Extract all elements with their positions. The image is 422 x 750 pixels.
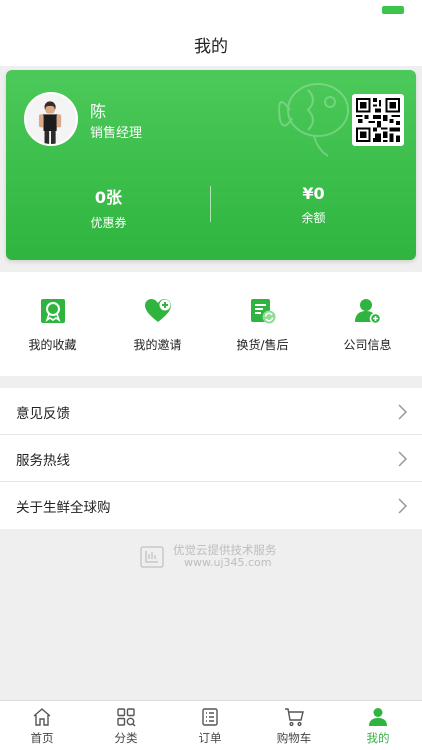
tab-home[interactable]: 首页 <box>0 701 84 750</box>
cart-icon <box>285 708 304 727</box>
provider-logo-icon <box>140 546 164 568</box>
tab-cart[interactable]: 购物车 <box>252 701 336 750</box>
quick-action-label: 我的邀请 <box>133 338 182 352</box>
chevron-right-icon <box>398 451 408 467</box>
menu-item-label: 关于生鲜全球购 <box>16 500 111 516</box>
quick-action-label: 换货/售后 <box>236 338 289 352</box>
user-icon <box>369 708 387 726</box>
menu-item-label: 意见反馈 <box>16 406 70 422</box>
tab-bar: 首页 分类 订单 购物车 我的 <box>0 700 422 750</box>
invite-heart-icon <box>145 299 171 322</box>
order-list-icon <box>202 708 218 726</box>
menu-item-hotline[interactable]: 服务热线 <box>0 435 422 482</box>
chevron-right-icon <box>398 404 408 420</box>
user-name: 陈 <box>90 102 107 121</box>
quick-action-invites[interactable]: 我的邀请 <box>105 272 210 376</box>
balance-value: ¥0 <box>302 184 325 203</box>
favorites-badge-icon <box>41 299 65 323</box>
battery-icon <box>382 6 404 14</box>
quick-action-label: 我的收藏 <box>28 338 77 352</box>
quick-action-label: 公司信息 <box>343 338 392 352</box>
exchange-icon <box>251 299 276 324</box>
coupons-label: 优惠券 <box>90 216 127 230</box>
menu-list: 意见反馈 服务热线 关于生鲜全球购 <box>0 388 422 529</box>
menu-item-about[interactable]: 关于生鲜全球购 <box>0 482 422 529</box>
page-title: 我的 <box>194 37 228 57</box>
nav-bar: 我的 <box>0 20 422 66</box>
tab-label: 订单 <box>198 731 222 745</box>
menu-item-label: 服务热线 <box>16 453 70 469</box>
chevron-right-icon <box>398 498 408 514</box>
category-grid-icon <box>117 708 136 727</box>
quick-actions: 我的收藏 我的邀请 换货/售后 公司信息 <box>0 272 422 376</box>
tab-label: 首页 <box>30 731 54 745</box>
tab-category[interactable]: 分类 <box>84 701 168 750</box>
company-user-icon <box>355 299 381 324</box>
coupons-value: 0张 <box>94 188 123 207</box>
tab-label: 我的 <box>366 731 390 745</box>
quick-action-exchange[interactable]: 换货/售后 <box>210 272 315 376</box>
menu-item-feedback[interactable]: 意见反馈 <box>0 388 422 435</box>
status-bar <box>0 0 422 20</box>
quick-action-company[interactable]: 公司信息 <box>315 272 420 376</box>
tab-label: 购物车 <box>276 731 312 745</box>
coupons-stat[interactable]: 0张 优惠券 <box>6 184 211 231</box>
balance-stat[interactable]: ¥0 余额 <box>211 184 416 226</box>
profile-card: 陈 销售经理 0张 优惠券 ¥0 余额 <box>6 70 416 260</box>
avatar[interactable] <box>24 92 78 146</box>
tab-label: 分类 <box>114 731 138 745</box>
provider-url: www.uj345.com <box>184 556 272 569</box>
qr-code-icon[interactable] <box>352 94 404 146</box>
balance-label: 余额 <box>301 211 326 225</box>
user-role: 销售经理 <box>90 126 143 141</box>
home-icon <box>33 708 51 726</box>
tab-mine[interactable]: 我的 <box>336 701 420 750</box>
tech-provider-mark: 优觉云提供技术服务 www.uj345.com <box>140 542 300 576</box>
quick-action-favorites[interactable]: 我的收藏 <box>0 272 105 376</box>
tab-orders[interactable]: 订单 <box>168 701 252 750</box>
